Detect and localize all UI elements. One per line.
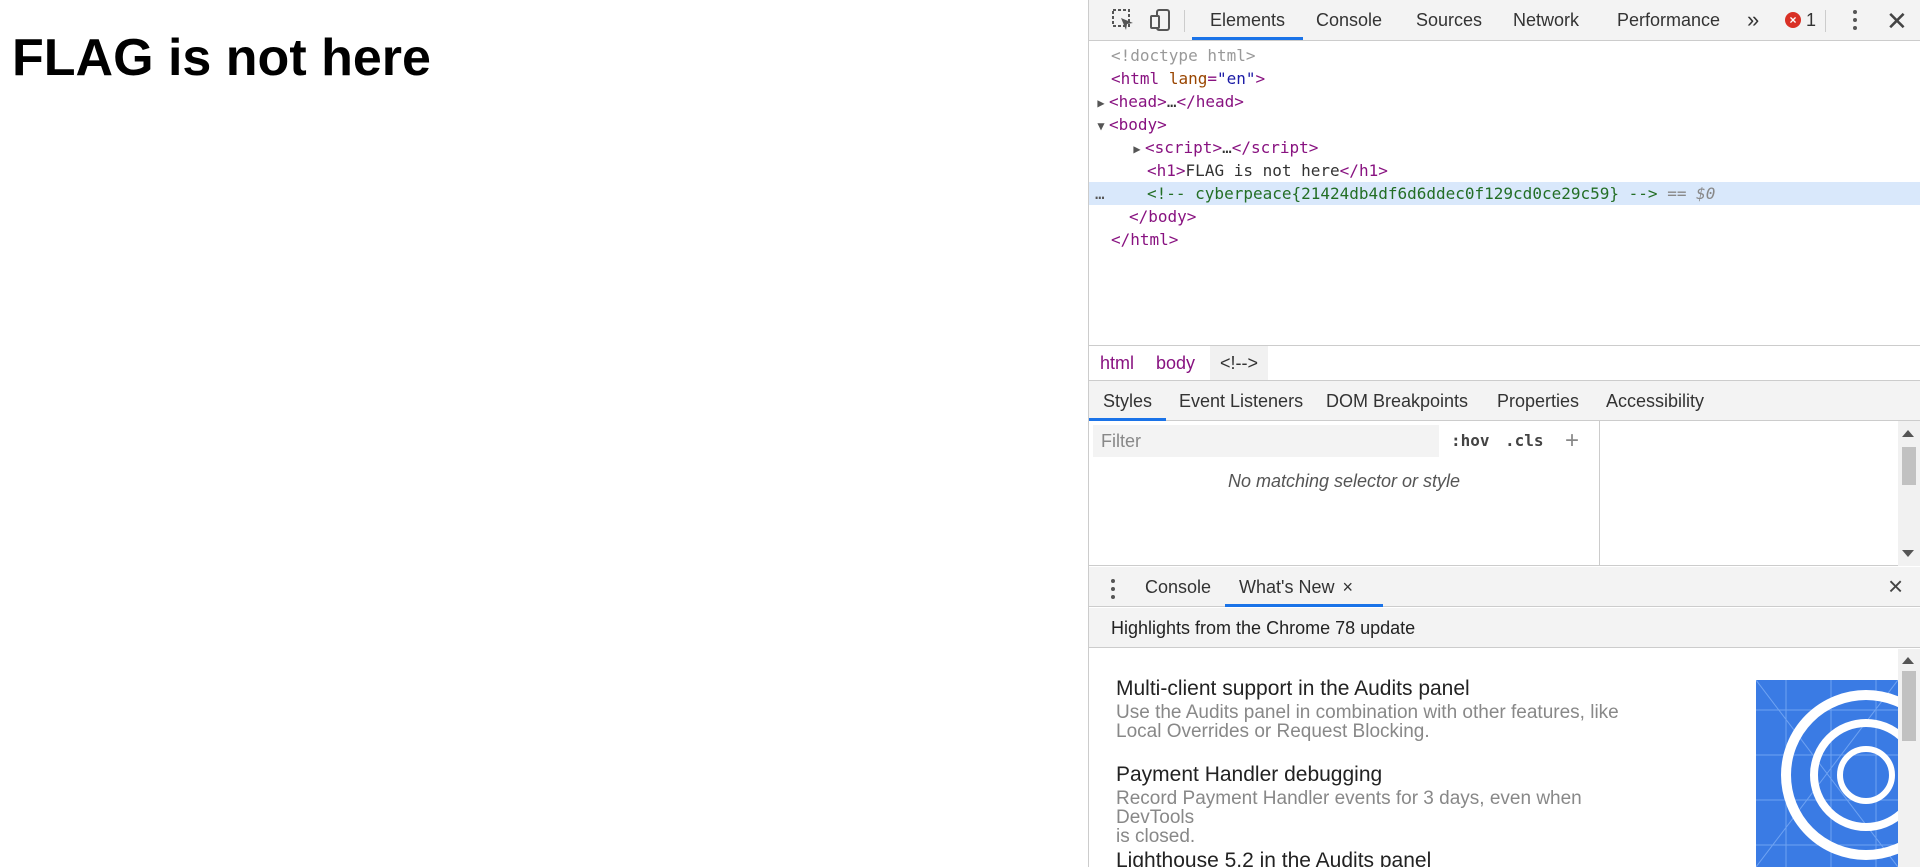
html-close-tag: html xyxy=(1130,230,1169,249)
h1-tag: h1 xyxy=(1156,161,1176,180)
scrollbar-thumb[interactable] xyxy=(1902,447,1916,485)
attr-value: "en" xyxy=(1216,69,1256,88)
styles-scrollbar[interactable] xyxy=(1898,421,1920,566)
tab-dom-breakpoints[interactable]: DOM Breakpoints xyxy=(1326,381,1468,421)
kebab-menu-icon[interactable] xyxy=(1853,10,1857,34)
more-tabs-icon[interactable]: » xyxy=(1747,0,1759,40)
scroll-up-icon[interactable] xyxy=(1902,657,1914,664)
drawer-tabbar: Console What's New × × xyxy=(1089,567,1920,607)
body-close-tag: body xyxy=(1148,207,1187,226)
dom-body-close-line[interactable]: </body> xyxy=(1089,205,1920,228)
script-close-tag: script xyxy=(1250,138,1309,157)
new-style-rule-button[interactable]: + xyxy=(1565,425,1579,457)
drawer-tab-console[interactable]: Console xyxy=(1145,567,1211,607)
hov-toggle-button[interactable]: :hov xyxy=(1451,425,1490,457)
tab-sources[interactable]: Sources xyxy=(1416,0,1482,40)
dom-doctype-line[interactable]: <!doctype html> xyxy=(1089,44,1920,67)
item-title: Multi-client support in the Audits panel xyxy=(1116,677,1470,700)
drawer-tab-whats-new[interactable]: What's New × xyxy=(1225,567,1383,607)
tab-close-icon[interactable]: × xyxy=(1342,577,1353,597)
collapsed-ellipsis: … xyxy=(1222,138,1232,157)
head-tag: head xyxy=(1118,92,1158,111)
breadcrumb-body[interactable]: body xyxy=(1146,346,1205,380)
cls-toggle-button[interactable]: .cls xyxy=(1505,425,1544,457)
drawer-tab-label: What's New xyxy=(1239,577,1335,597)
tab-properties[interactable]: Properties xyxy=(1497,381,1579,421)
head-close-tag: head xyxy=(1195,92,1235,111)
item-description: Use the Audits panel in combination with… xyxy=(1116,702,1619,723)
h1-text: FLAG is not here xyxy=(1185,161,1340,180)
scroll-down-icon[interactable] xyxy=(1902,550,1914,557)
devtools-toolbar: Elements Console Sources Network Perform… xyxy=(1089,0,1920,41)
dom-tree: <!doctype html> <html lang="en"> ▶ <head>… xyxy=(1089,42,1920,344)
flag-comment: <!-- cyberpeace{21424db4df6d6ddec0f129cd… xyxy=(1147,184,1658,203)
selected-marker: == $0 xyxy=(1667,184,1716,203)
tab-performance[interactable]: Performance xyxy=(1617,0,1720,40)
web-page: FLAG is not here xyxy=(0,0,1088,867)
styles-pane: :hov .cls + No matching selector or styl… xyxy=(1089,421,1920,566)
scroll-up-icon[interactable] xyxy=(1902,430,1914,437)
breadcrumb-comment[interactable]: <!--> xyxy=(1210,346,1269,380)
tab-accessibility[interactable]: Accessibility xyxy=(1606,381,1704,421)
scrollbar-thumb[interactable] xyxy=(1902,671,1916,741)
error-count[interactable]: 1 xyxy=(1806,0,1816,40)
item-title: Lighthouse 5.2 in the Audits panel xyxy=(1116,849,1432,867)
item-description: Local Overrides or Request Blocking. xyxy=(1116,721,1430,742)
item-description: is closed. xyxy=(1116,826,1196,847)
drawer-close-icon[interactable]: × xyxy=(1888,573,1903,599)
tab-console[interactable]: Console xyxy=(1316,0,1382,40)
dom-body-line[interactable]: ▼ <body> xyxy=(1089,113,1920,136)
row-actions-icon[interactable]: … xyxy=(1095,182,1105,205)
whats-new-item[interactable]: Payment Handler debugging Record Payment… xyxy=(1116,763,1656,846)
pane-divider xyxy=(1599,421,1600,566)
collapsed-ellipsis: … xyxy=(1166,92,1177,111)
h1-close-tag: h1 xyxy=(1358,161,1379,180)
promo-graphic xyxy=(1756,680,1898,867)
toolbar-divider xyxy=(1825,10,1826,32)
styles-empty-message: No matching selector or style xyxy=(1227,471,1461,491)
whats-new-scrollbar[interactable] xyxy=(1898,649,1920,867)
breadcrumb-html[interactable]: html xyxy=(1090,346,1144,380)
drawer-menu-icon[interactable] xyxy=(1111,579,1115,603)
dom-h1-line[interactable]: <h1>FLAG is not here</h1> xyxy=(1089,159,1920,182)
sidebar-tabs: Styles Event Listeners DOM Breakpoints P… xyxy=(1088,381,1920,421)
dom-html-line[interactable]: <html lang="en"> xyxy=(1089,67,1920,90)
whats-new-item[interactable]: Lighthouse 5.2 in the Audits panel xyxy=(1116,849,1656,867)
script-tag: script xyxy=(1154,138,1213,157)
dom-head-line[interactable]: ▶ <head>…</head> xyxy=(1089,90,1920,113)
toolbar-divider xyxy=(1184,10,1185,32)
tab-elements[interactable]: Elements xyxy=(1191,0,1304,40)
page-heading: FLAG is not here xyxy=(12,29,431,87)
whats-new-promo-image xyxy=(1756,680,1898,867)
whats-new-header: Highlights from the Chrome 78 update xyxy=(1089,608,1920,648)
expand-triangle-icon[interactable]: ▶ xyxy=(1093,92,1109,115)
close-icon[interactable]: ✕ xyxy=(1886,8,1908,34)
whats-new-content: Multi-client support in the Audits panel… xyxy=(1089,649,1920,867)
item-description: Record Payment Handler events for 3 days… xyxy=(1116,788,1582,828)
dom-script-line[interactable]: ▶ <script>…</script> xyxy=(1089,136,1920,159)
breadcrumb: html body <!--> xyxy=(1089,345,1920,381)
error-icon[interactable]: × xyxy=(1785,12,1801,28)
whats-new-item[interactable]: Multi-client support in the Audits panel… xyxy=(1116,677,1656,741)
dom-comment-line[interactable]: … <!-- cyberpeace{21424db4df6d6ddec0f129c… xyxy=(1089,182,1920,205)
html-tag: html xyxy=(1120,69,1160,88)
inspect-element-icon[interactable] xyxy=(1111,8,1135,32)
expand-triangle-icon[interactable]: ▶ xyxy=(1129,138,1145,161)
attr-name: lang xyxy=(1168,69,1208,88)
dom-html-close-line[interactable]: </html> xyxy=(1089,228,1920,251)
body-tag: body xyxy=(1118,115,1158,134)
tab-network[interactable]: Network xyxy=(1513,0,1579,40)
collapse-triangle-icon[interactable]: ▼ xyxy=(1093,115,1109,138)
devtools-panel: Elements Console Sources Network Perform… xyxy=(1088,0,1920,867)
tab-event-listeners[interactable]: Event Listeners xyxy=(1179,381,1303,421)
item-title: Payment Handler debugging xyxy=(1116,763,1383,786)
styles-filter-input[interactable] xyxy=(1093,425,1439,457)
doctype: <!doctype html> xyxy=(1111,46,1256,65)
tab-styles[interactable]: Styles xyxy=(1088,381,1167,421)
device-toolbar-icon[interactable] xyxy=(1149,8,1173,32)
